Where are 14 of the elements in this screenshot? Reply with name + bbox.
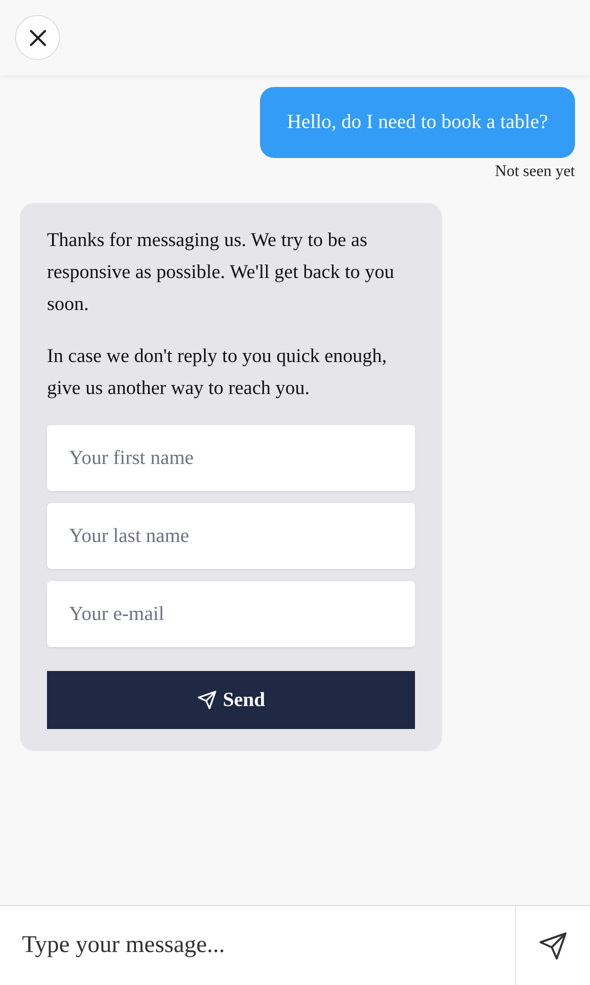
message-input[interactable]: Type your message... bbox=[0, 905, 516, 985]
send-button[interactable]: Send bbox=[47, 671, 415, 729]
input-field[interactable]: Your e-mail bbox=[47, 581, 415, 647]
send-icon bbox=[538, 930, 568, 960]
send-icon bbox=[196, 690, 217, 710]
close-icon bbox=[28, 28, 46, 46]
close-button[interactable] bbox=[15, 15, 60, 60]
input-field[interactable]: Your first name bbox=[47, 425, 415, 491]
message-text: In case we don't reply to you quick enough, give us another way to reach you. bbox=[47, 345, 388, 401]
message-text: Thanks for messaging us. We try to be as responsive as possible. We'll get back to you soon. bbox=[47, 229, 396, 317]
message-bubble: Hello, do I need to book a table? bbox=[260, 87, 575, 158]
message-status: Not seen yet bbox=[495, 163, 575, 181]
send-button[interactable] bbox=[516, 905, 590, 985]
input-field[interactable]: Your last name bbox=[47, 503, 415, 569]
